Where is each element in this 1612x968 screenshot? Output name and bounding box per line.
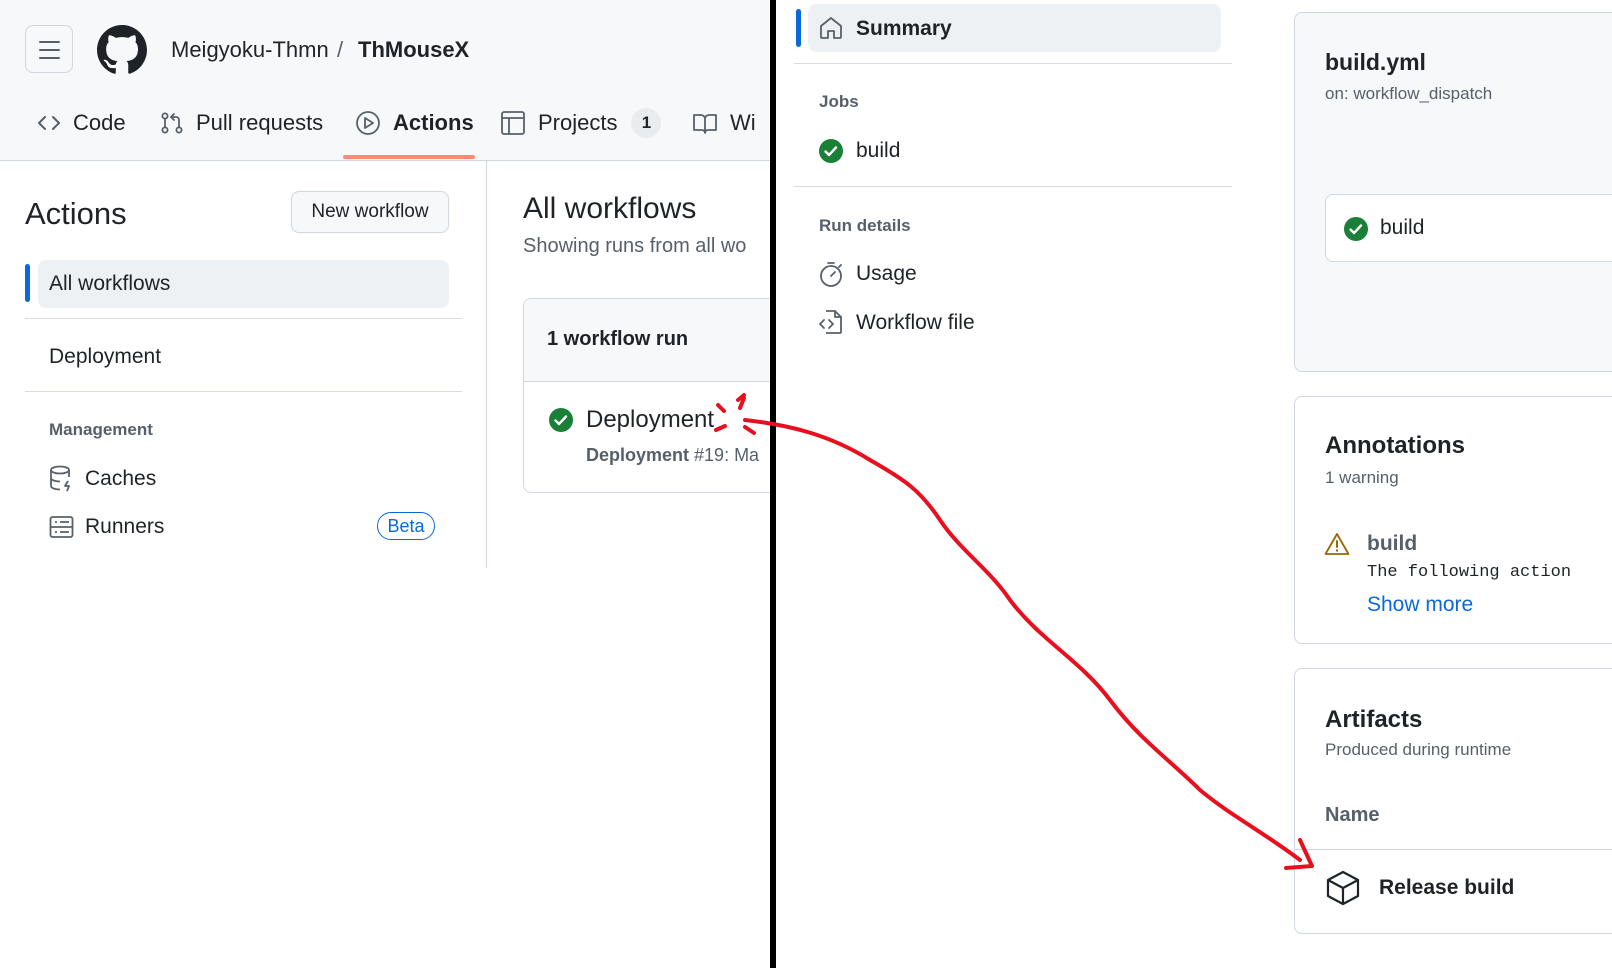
- warning-icon: [1324, 533, 1350, 555]
- jobs-heading: Jobs: [819, 92, 859, 111]
- selected-tab-indicator: [343, 155, 475, 159]
- sidebar-item-runners[interactable]: Runners: [85, 515, 164, 539]
- sidebar-item-deployment[interactable]: Deployment: [49, 345, 161, 369]
- check-circle-icon: [549, 408, 573, 432]
- divider: [794, 63, 1232, 64]
- workflow-trigger: on: workflow_dispatch: [1325, 84, 1493, 103]
- run-details-heading: Run details: [819, 216, 911, 235]
- beta-badge: Beta: [377, 512, 435, 540]
- sidebar-item-label: All workflows: [49, 272, 171, 295]
- table-divider: [1295, 849, 1612, 850]
- sidebar-divider: [486, 160, 487, 568]
- run-meta-rest: #19: Ma: [689, 445, 760, 465]
- tab-wiki[interactable]: Wi: [692, 108, 756, 138]
- artifacts-title: Artifacts: [1325, 706, 1423, 733]
- annotations-count: 1 warning: [1325, 468, 1399, 487]
- pull-request-icon: [161, 112, 183, 134]
- file-code-icon: [819, 310, 842, 334]
- nav-item-job-build[interactable]: build: [856, 139, 900, 163]
- workflow-filename: build.yml: [1325, 49, 1426, 75]
- repo-owner-link[interactable]: Meigyoku-Thmn: [171, 36, 329, 64]
- runs-count: 1 workflow run: [547, 328, 689, 350]
- play-icon: [356, 111, 380, 135]
- selected-item-indicator: [796, 9, 801, 47]
- show-more-link[interactable]: Show more: [1367, 593, 1473, 617]
- sidebar-item-caches[interactable]: Caches: [85, 467, 156, 491]
- annotation-title: build: [1367, 532, 1418, 555]
- projects-counter: 1: [631, 108, 662, 138]
- run-title-link[interactable]: Deployment: [586, 406, 714, 434]
- nav-item-workflow-file[interactable]: Workflow file: [856, 311, 975, 335]
- tab-projects[interactable]: Projects 1: [500, 108, 662, 138]
- stopwatch-icon: [820, 262, 842, 287]
- page-subtitle: Showing runs from all wo: [523, 235, 747, 257]
- check-circle-icon: [819, 139, 843, 163]
- artifacts-subtitle: Produced during runtime: [1325, 740, 1512, 759]
- right-pane: Summary Jobs build Run details Usage Wor…: [776, 0, 1612, 968]
- home-icon: [820, 17, 842, 39]
- tab-label: Pull requests: [196, 110, 324, 135]
- new-workflow-button[interactable]: New workflow: [291, 191, 449, 233]
- sidebar-title: Actions: [25, 196, 127, 231]
- tab-actions[interactable]: Actions: [355, 108, 474, 138]
- artifacts-column-name: Name: [1325, 804, 1380, 826]
- workflow-runs-box: 1 workflow run Deployment Deployment #19…: [523, 298, 770, 493]
- tab-label: Actions: [393, 110, 474, 135]
- github-logo-icon[interactable]: [97, 25, 147, 75]
- left-pane: Meigyoku-Thmn / ThMouseX Code Pull reque…: [0, 0, 770, 968]
- divider: [25, 391, 462, 392]
- book-icon: [693, 114, 717, 134]
- selected-item-indicator: [25, 264, 30, 302]
- table-icon: [501, 111, 525, 135]
- annotations-title: Annotations: [1325, 432, 1465, 459]
- menu-button[interactable]: [25, 25, 73, 73]
- job-node-label: build: [1380, 216, 1425, 239]
- divider: [25, 318, 462, 319]
- tab-code[interactable]: Code: [37, 108, 126, 138]
- tab-pull-requests[interactable]: Pull requests: [160, 108, 323, 138]
- management-heading: Management: [49, 420, 153, 439]
- repo-name-link[interactable]: ThMouseX: [358, 36, 469, 64]
- page-title: All workflows: [523, 192, 697, 225]
- run-meta: Deployment #19: Ma: [586, 445, 759, 466]
- divider: [794, 186, 1232, 187]
- tab-label: Code: [73, 110, 126, 135]
- check-circle-icon: [1344, 217, 1368, 241]
- tab-label: Wi: [730, 110, 756, 135]
- database-icon: [50, 465, 70, 492]
- nav-item-usage[interactable]: Usage: [856, 262, 917, 286]
- repo-header: Meigyoku-Thmn / ThMouseX Code Pull reque…: [0, 0, 770, 161]
- run-meta-workflow: Deployment: [586, 445, 690, 465]
- breadcrumb-separator: /: [337, 37, 344, 62]
- tab-label: Projects: [538, 110, 618, 135]
- package-icon: [1326, 870, 1360, 906]
- server-icon: [49, 516, 74, 538]
- artifact-link-release-build[interactable]: Release build: [1379, 876, 1514, 900]
- nav-item-label: Summary: [856, 17, 952, 40]
- code-icon: [38, 116, 60, 130]
- annotation-message: The following action: [1367, 563, 1572, 582]
